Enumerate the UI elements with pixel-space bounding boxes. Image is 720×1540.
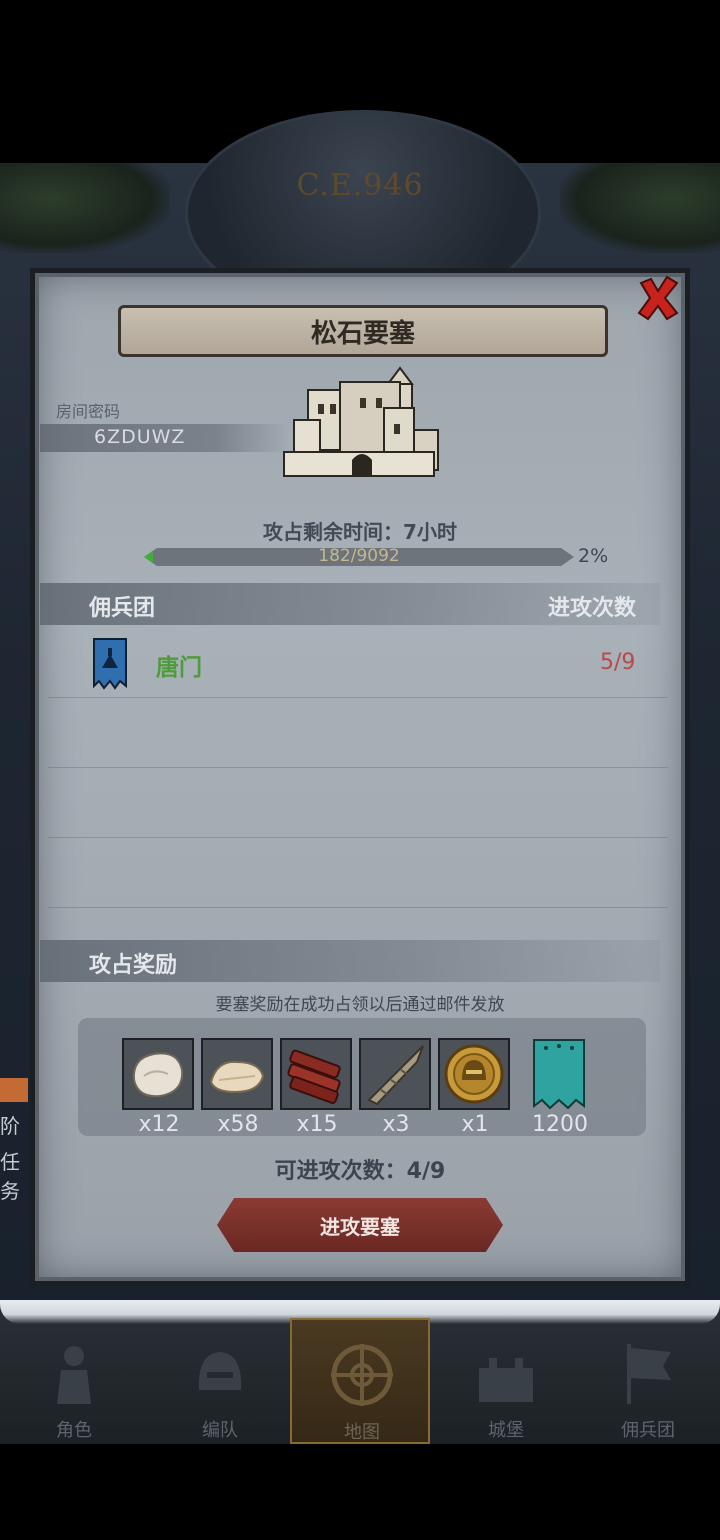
reward-slot-wood[interactable]: [280, 1038, 352, 1110]
progress-text: 182/9092: [318, 546, 400, 566]
reward-qty: x12: [138, 1112, 180, 1137]
reward-qty: x1: [461, 1112, 489, 1137]
side-badge-icon: [0, 1078, 28, 1102]
row-divider: [48, 767, 668, 768]
reward-header-label: 攻占奖励: [89, 953, 178, 978]
side-label-1: 阶: [0, 1114, 20, 1138]
fortress-castle-icon: [283, 366, 439, 477]
mercenary-header-label: 佣兵团: [89, 596, 156, 621]
castle-icon: [479, 1358, 533, 1402]
reward-qty: x58: [217, 1112, 259, 1137]
nav-label: 编队: [202, 1420, 238, 1441]
guild-banner-icon: [533, 1039, 585, 1110]
row-divider: [48, 837, 668, 838]
reward-slot-fur[interactable]: [201, 1038, 273, 1110]
close-icon: [637, 275, 678, 320]
fur-icon: [209, 1060, 265, 1094]
wood-icon: [287, 1049, 341, 1105]
attacks-left: 可进攻次数：4/9: [274, 1159, 446, 1184]
progress-percent: 2%: [578, 545, 609, 567]
mercenary-flag-icon: [93, 638, 127, 690]
attack-count-header-label: 进攻次数: [548, 596, 637, 621]
reward-slot-hide[interactable]: [122, 1038, 194, 1110]
mercenary-attack-count: 5/9: [600, 650, 636, 675]
close-button[interactable]: [630, 270, 685, 325]
nav-item-map[interactable]: 地图: [290, 1318, 430, 1444]
nav-label: 角色: [56, 1420, 92, 1441]
reward-qty: x3: [382, 1112, 410, 1137]
compass-icon: [331, 1344, 393, 1406]
nav-item-mercenary[interactable]: 佣兵团: [578, 1318, 718, 1444]
row-divider: [48, 697, 668, 698]
attack-fortress-button[interactable]: 进攻要塞: [217, 1198, 503, 1252]
reward-slot-medal[interactable]: [438, 1038, 510, 1110]
reward-slot-horn[interactable]: [359, 1038, 431, 1110]
attack-fortress-label: 进攻要塞: [320, 1214, 400, 1239]
title-banner: 松石要塞: [118, 305, 608, 357]
nav-label: 地图: [344, 1422, 380, 1443]
nav-item-castle[interactable]: 城堡: [436, 1318, 576, 1444]
era-label: C.E.946: [296, 168, 424, 203]
nav-item-character[interactable]: 角色: [4, 1318, 144, 1444]
fortress-title: 松石要塞: [310, 318, 415, 349]
nav-item-formation[interactable]: 编队: [150, 1318, 290, 1444]
room-code[interactable]: 6ZDUWZ: [94, 426, 185, 448]
knight-icon: [57, 1346, 91, 1404]
helmet-icon: [198, 1352, 242, 1390]
horn-icon: [367, 1045, 424, 1106]
reward-qty: 1200: [532, 1112, 588, 1137]
time-remaining: 攻占剩余时间：7小时: [263, 520, 457, 544]
banner-icon: [627, 1344, 671, 1404]
hide-icon: [132, 1052, 184, 1098]
room-password-label: 房间密码: [56, 402, 121, 421]
helmet-medal-icon: [444, 1044, 504, 1104]
bottom-letterbox: [0, 1444, 720, 1540]
nav-label: 城堡: [488, 1420, 524, 1441]
reward-note: 要塞奖励在成功占领以后通过邮件发放: [215, 995, 505, 1015]
row-divider: [48, 907, 668, 908]
mercenary-name[interactable]: 唐门: [156, 648, 202, 682]
reward-qty: x15: [296, 1112, 338, 1137]
nav-label: 佣兵团: [621, 1420, 675, 1441]
reward-slot-guild-banner[interactable]: [532, 1038, 586, 1110]
